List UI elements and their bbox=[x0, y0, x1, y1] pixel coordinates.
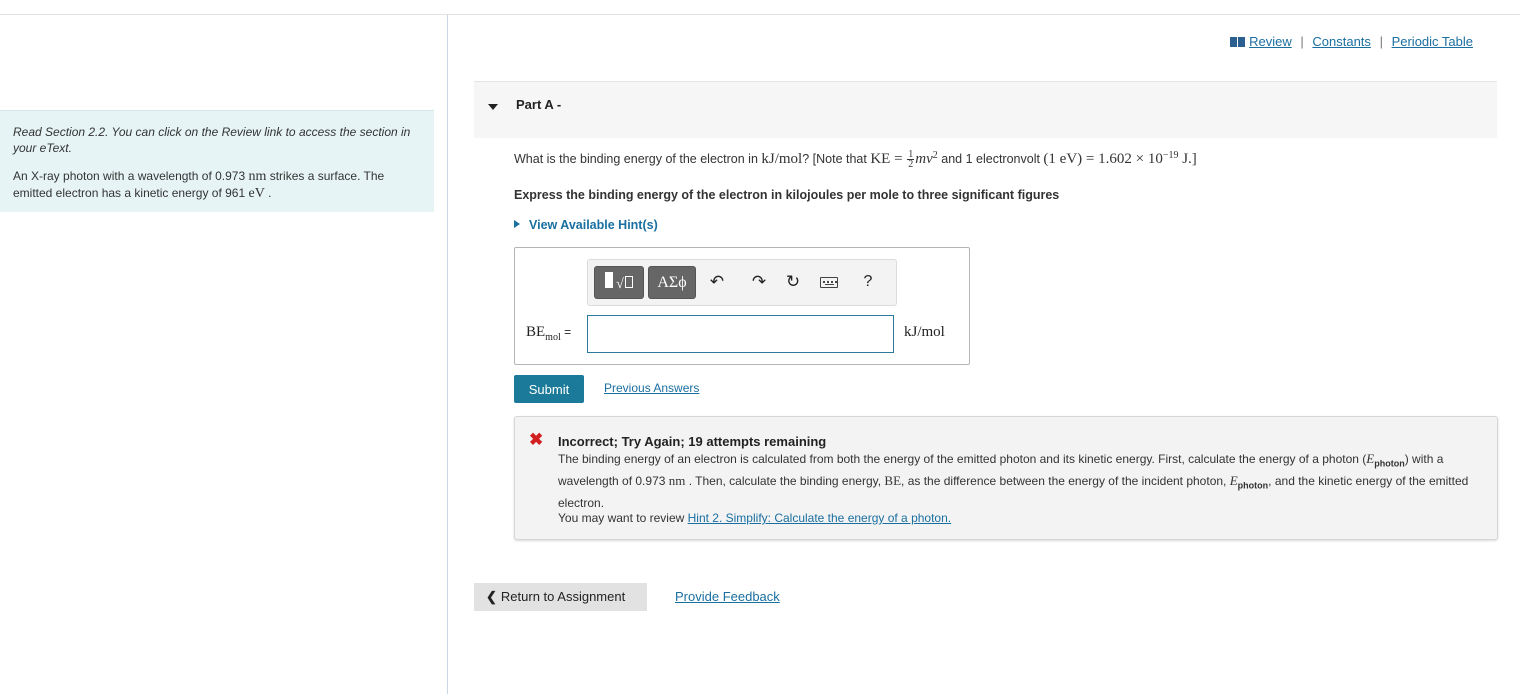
top-divider bbox=[0, 14, 1520, 15]
feedback-title: Incorrect; Try Again; 19 attempts remain… bbox=[558, 434, 827, 449]
templates-button[interactable]: √ bbox=[594, 266, 644, 299]
feedback-text-4: , as the difference between the energy o… bbox=[901, 474, 1230, 489]
feedback-review-line: You may want to review Hint 2. Simplify:… bbox=[558, 511, 951, 525]
question-prefix: What is the binding energy of the electr… bbox=[514, 152, 762, 167]
question-text: What is the binding energy of the electr… bbox=[514, 150, 1197, 171]
intro-note: Read Section 2.2. You can click on the R… bbox=[13, 125, 411, 155]
return-label: Return to Assignment bbox=[500, 589, 626, 604]
answer-instruction: Express the binding energy of the electr… bbox=[514, 188, 1060, 202]
be-symbol: BE bbox=[526, 324, 546, 340]
answer-unit: kJ/mol bbox=[904, 324, 945, 340]
feedback-text-3: . Then, calculate the binding energy, bbox=[685, 474, 885, 489]
provide-feedback-link[interactable]: Provide Feedback bbox=[675, 589, 780, 604]
question-note-start: ? [Note that bbox=[802, 152, 871, 167]
problem-text-3: . bbox=[264, 186, 272, 200]
previous-answers-link[interactable]: Previous Answers bbox=[604, 381, 699, 395]
problem-intro-panel: Read Section 2.2. You can click on the R… bbox=[0, 110, 434, 212]
feedback-unit-nm: nm bbox=[668, 473, 686, 489]
submit-button[interactable]: Submit bbox=[514, 375, 584, 403]
link-separator: | bbox=[1300, 34, 1304, 49]
templates-icon: √ bbox=[605, 272, 633, 293]
ev-definition: (1 eV) bbox=[1043, 151, 1083, 168]
be-subscript: mol bbox=[545, 332, 561, 343]
one-half-fraction: 12 bbox=[907, 150, 915, 171]
caret-right-icon bbox=[514, 220, 520, 228]
feedback-be-symbol: BE bbox=[884, 473, 902, 489]
view-hints-toggle[interactable]: View Available Hint(s) bbox=[514, 218, 658, 232]
book-icon bbox=[1230, 37, 1246, 47]
mv-symbol: mv bbox=[915, 151, 933, 168]
resource-links: Review | Constants | Periodic Table bbox=[1230, 34, 1473, 49]
ev-exponent: −19 bbox=[1162, 150, 1179, 161]
x-icon: ✖ bbox=[529, 430, 544, 449]
column-divider bbox=[447, 15, 448, 694]
caret-down-icon[interactable] bbox=[488, 104, 498, 110]
constants-link[interactable]: Constants bbox=[1312, 34, 1371, 49]
problem-unit-nm: nm bbox=[248, 169, 267, 184]
answer-equals: = bbox=[560, 325, 572, 339]
e-photon-subscript: photon bbox=[1374, 458, 1405, 469]
ke-symbol: KE bbox=[870, 151, 891, 168]
question-unit: kJ/mol bbox=[761, 151, 803, 168]
link-separator: | bbox=[1379, 34, 1383, 49]
greek-symbols-button[interactable]: ΑΣϕ bbox=[648, 266, 696, 299]
ev-value: = 1.602 × 10 bbox=[1082, 151, 1163, 168]
feedback-panel: ✖ Incorrect; Try Again; 19 attempts rema… bbox=[514, 416, 1498, 540]
e-photon-subscript: photon bbox=[1237, 480, 1269, 491]
hint-toggle-label: View Available Hint(s) bbox=[529, 218, 658, 232]
problem-statement: An X-ray photon with a wavelength of 0.9… bbox=[13, 168, 420, 202]
answer-box: √ ΑΣϕ ↶ ↷ ↻ ? BEmol = kJ/mol bbox=[514, 247, 970, 365]
feedback-body: The binding energy of an electron is cal… bbox=[558, 450, 1488, 512]
keyboard-icon[interactable] bbox=[817, 270, 841, 294]
math-toolbar: √ ΑΣϕ ↶ ↷ ↻ ? bbox=[587, 259, 897, 306]
return-to-assignment-button[interactable]: ❮ Return to Assignment bbox=[474, 583, 647, 611]
problem-unit-ev: eV bbox=[248, 186, 265, 201]
question-and-text: and 1 electronvolt bbox=[937, 152, 1044, 167]
chevron-left-icon: ❮ bbox=[486, 589, 497, 604]
answer-input[interactable] bbox=[587, 315, 894, 353]
reset-icon[interactable]: ↻ bbox=[781, 270, 805, 294]
ev-unit: J.] bbox=[1178, 151, 1197, 168]
part-title: Part A - bbox=[516, 97, 562, 112]
e-photon-symbol: E bbox=[1229, 473, 1238, 489]
hint-2-link[interactable]: Hint 2. Simplify: Calculate the energy o… bbox=[688, 511, 951, 525]
answer-label: BEmol = bbox=[526, 324, 571, 343]
redo-icon[interactable]: ↷ bbox=[747, 270, 771, 294]
problem-text-1: An X-ray photon with a wavelength of 0.9… bbox=[13, 169, 249, 183]
part-a-header[interactable]: Part A - bbox=[474, 81, 1497, 138]
help-button[interactable]: ? bbox=[856, 270, 880, 294]
periodic-table-link[interactable]: Periodic Table bbox=[1392, 34, 1473, 49]
feedback-text-1: The binding energy of an electron is cal… bbox=[558, 452, 1367, 466]
undo-icon[interactable]: ↶ bbox=[705, 270, 729, 294]
fraction-denominator: 2 bbox=[908, 159, 914, 171]
review-link[interactable]: Review bbox=[1249, 34, 1292, 49]
equals-sign: = bbox=[890, 151, 907, 168]
review-prefix: You may want to review bbox=[558, 511, 688, 525]
